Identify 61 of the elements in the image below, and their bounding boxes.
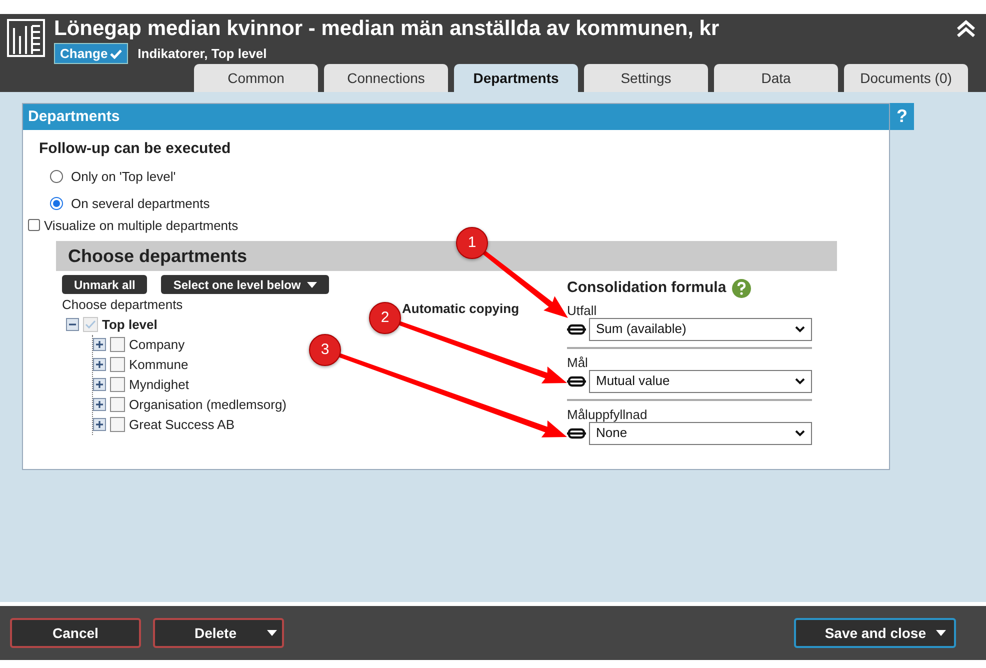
chevron-icon [795, 326, 805, 332]
expand-icon[interactable] [93, 378, 106, 391]
tab[interactable]: Settings [584, 64, 708, 92]
auto-copy-label: Automatic copying [402, 301, 520, 316]
checkbox[interactable] [28, 219, 40, 232]
caret-icon [306, 282, 317, 288]
window-title: Lönegap median kvinnor - median män anställda av kommunen, kr [54, 16, 720, 42]
tab[interactable]: Departments [454, 64, 578, 92]
checkbox[interactable] [83, 317, 98, 332]
radio-button[interactable] [50, 197, 63, 210]
level-dropdown-button[interactable]: Select one level below [161, 275, 329, 294]
subtitle: Indikatorer, Top level [138, 44, 267, 63]
chevron-icon [795, 378, 805, 384]
section-heading: Consolidation formula [567, 278, 726, 298]
tab[interactable]: Connections [324, 64, 448, 92]
radio-label: On several departments [71, 195, 210, 213]
tab[interactable]: Data [714, 64, 838, 92]
chevron-icon [795, 430, 805, 436]
panel-title: Departments [23, 104, 889, 130]
save-and-close-button[interactable]: Save and close [794, 618, 956, 648]
tree-item[interactable]: Top level [102, 314, 158, 334]
expand-icon[interactable] [93, 398, 106, 411]
expand-icon[interactable] [93, 418, 106, 431]
checkbox[interactable] [110, 377, 125, 392]
collapse-icon[interactable] [66, 318, 79, 331]
tree-item[interactable]: Company [129, 334, 185, 354]
checkbox[interactable] [110, 397, 125, 412]
change-button[interactable]: Change [54, 43, 128, 64]
section-heading: Follow-up can be executed [39, 139, 232, 159]
check-icon [110, 48, 122, 58]
link-icon[interactable] [567, 428, 586, 438]
checkbox-label: Visualize on multiple departments [44, 216, 238, 235]
link-icon[interactable] [567, 324, 586, 334]
formula-label: Måluppfyllnad [567, 406, 648, 420]
formula-select[interactable]: Mutual value [589, 370, 812, 392]
tab[interactable]: Common [194, 64, 318, 92]
radio-button[interactable] [50, 170, 63, 183]
delete-button[interactable]: Delete [153, 618, 284, 648]
formula-label: Mål [567, 354, 588, 368]
tree-item[interactable]: Great Success AB [129, 414, 234, 434]
checkbox[interactable] [110, 337, 125, 352]
radio-label: Only on 'Top level' [71, 168, 176, 186]
tab[interactable]: Documents (0) [844, 64, 968, 92]
link-icon[interactable] [567, 376, 586, 386]
chart-icon [6, 18, 46, 58]
formula-select[interactable]: None [589, 422, 812, 444]
tree-label: Choose departments [62, 296, 183, 314]
formula-label: Utfall [567, 302, 597, 316]
tree-item[interactable]: Kommune [129, 354, 188, 374]
unmark-all-button[interactable]: Unmark all [62, 275, 148, 294]
caret-icon [936, 630, 946, 636]
expand-icon[interactable] [93, 358, 106, 371]
caret-icon [266, 630, 277, 636]
help-icon[interactable] [732, 278, 752, 298]
tree-item[interactable]: Organisation (medlemsorg) [129, 394, 287, 414]
checkbox[interactable] [110, 417, 125, 432]
formula-select[interactable]: Sum (available) [589, 318, 812, 340]
tree-item[interactable]: Myndighet [129, 374, 189, 394]
checkbox[interactable] [110, 357, 125, 372]
expand-icon[interactable] [93, 338, 106, 351]
cancel-button[interactable]: Cancel [10, 618, 141, 648]
